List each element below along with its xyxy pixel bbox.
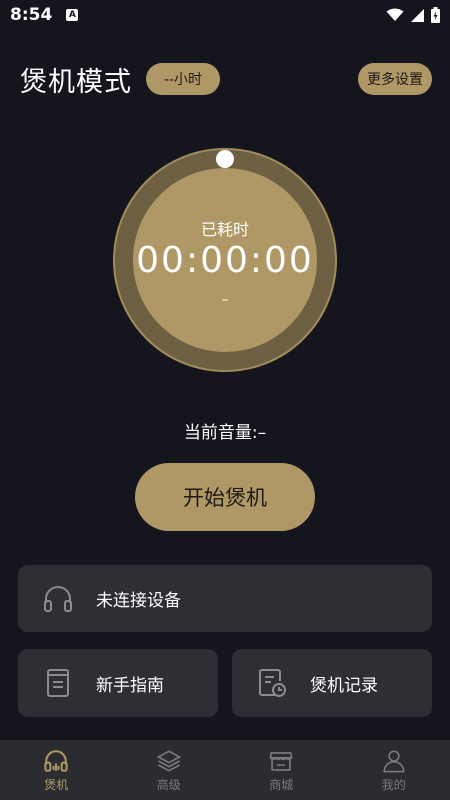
tab-advanced[interactable]: 高级 xyxy=(113,740,226,800)
bottom-tab-bar: 煲机 高级 商城 我的 xyxy=(0,740,450,800)
dial-sub-value: – xyxy=(221,292,229,308)
dial-knob[interactable] xyxy=(216,150,234,168)
store-icon xyxy=(269,751,293,771)
tab-burn-in[interactable]: 煲机 xyxy=(0,740,113,800)
start-burn-in-button[interactable]: 开始煲机 xyxy=(135,463,315,531)
tab-label: 商城 xyxy=(269,777,294,792)
more-settings-button[interactable]: 更多设置 xyxy=(358,63,432,95)
record-clock-icon xyxy=(256,667,288,699)
document-icon xyxy=(42,667,74,699)
elapsed-time: 00:00:00 xyxy=(136,240,314,281)
elapsed-label: 已耗时 xyxy=(200,220,249,239)
status-time: 8:54 xyxy=(10,5,53,25)
signal-icon xyxy=(411,8,424,22)
beginner-guide-card[interactable]: 新手指南 xyxy=(18,649,218,717)
battery-icon xyxy=(431,7,440,23)
wifi-icon xyxy=(386,8,404,21)
layers-icon xyxy=(156,749,182,772)
tab-store[interactable]: 商城 xyxy=(225,740,338,800)
headphones-icon xyxy=(42,583,74,615)
current-volume: 当前音量:– xyxy=(183,423,267,443)
burn-in-records-card[interactable]: 煲机记录 xyxy=(232,649,432,717)
tab-label: 高级 xyxy=(156,777,181,792)
tab-label: 我的 xyxy=(381,777,406,792)
device-connection-card[interactable]: 未连接设备 xyxy=(18,565,432,632)
status-indicators xyxy=(386,7,440,23)
burn-in-records-label: 煲机记录 xyxy=(310,675,378,696)
beginner-guide-label: 新手指南 xyxy=(96,675,164,696)
person-icon xyxy=(383,749,405,772)
headphones-icon xyxy=(44,749,68,772)
status-bar: 8:54 A xyxy=(0,0,450,30)
tab-profile[interactable]: 我的 xyxy=(338,740,450,800)
tab-label: 煲机 xyxy=(44,777,69,792)
duration-selector[interactable]: --小时 xyxy=(146,63,220,95)
notification-icon: A xyxy=(66,9,79,21)
page-title: 煲机模式 xyxy=(20,67,132,98)
device-status-label: 未连接设备 xyxy=(96,591,181,611)
